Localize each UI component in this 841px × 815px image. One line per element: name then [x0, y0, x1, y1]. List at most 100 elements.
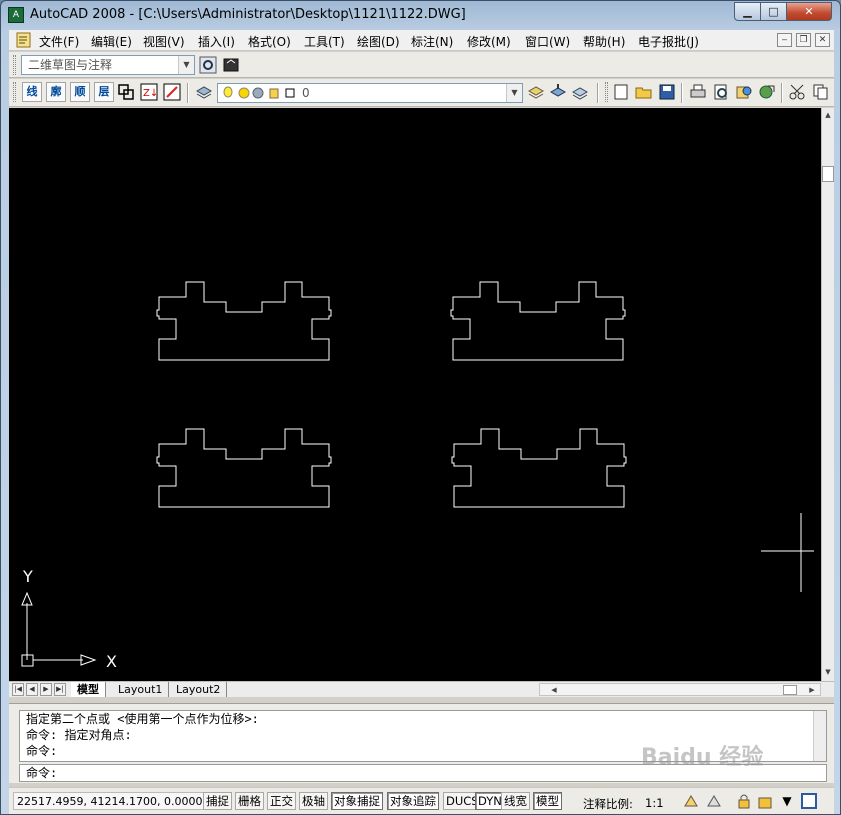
layer-previous-icon[interactable] — [527, 83, 545, 101]
layout-tab-bar: |◀ ◀ ▶ ▶| 模型 Layout1 Layout2 ◀ ▶ — [9, 681, 834, 697]
drawing-part-top-right[interactable] — [450, 281, 626, 361]
menu-file[interactable]: 文件(F) — [39, 33, 79, 50]
scroll-left-icon[interactable]: ◀ — [548, 684, 560, 696]
grid-toggle[interactable]: 栅格 — [235, 792, 264, 810]
command-scrollbar[interactable] — [813, 711, 826, 761]
toolbar-grip[interactable] — [13, 82, 16, 102]
last-tab-icon[interactable]: ▶| — [54, 683, 66, 696]
edit-tool-icon[interactable] — [163, 83, 181, 101]
preview-icon[interactable] — [712, 83, 730, 101]
horizontal-scrollbar[interactable]: ◀ ▶ — [539, 683, 821, 696]
toolbar-separator — [681, 83, 683, 103]
chevron-down-icon[interactable]: ▼ — [506, 84, 522, 102]
clean-screen-icon[interactable] — [801, 793, 817, 809]
model-toggle[interactable]: 模型 — [533, 792, 562, 810]
menu-modify[interactable]: 修改(M) — [467, 33, 511, 50]
open-icon[interactable] — [635, 83, 653, 101]
svg-text:Z↓: Z↓ — [143, 88, 158, 99]
menu-edit[interactable]: 编辑(E) — [91, 33, 132, 50]
ucs-y-label: Y — [22, 567, 33, 586]
layer-select[interactable]: 0 ▼ — [217, 83, 523, 103]
osnap-toggle[interactable]: 对象捕捉 — [331, 792, 383, 810]
mdi-close-button[interactable]: ✕ — [815, 33, 830, 47]
scroll-right-icon[interactable]: ▶ — [806, 684, 818, 696]
baidu-watermark: Baidu 经验 — [641, 745, 764, 770]
layer-properties-icon[interactable] — [195, 83, 213, 101]
toolbar-grip[interactable] — [13, 55, 16, 75]
clean-screen-lock-icon[interactable] — [757, 793, 773, 809]
window-title: AutoCAD 2008 - [C:\Users\Administrator\D… — [30, 7, 466, 22]
drawing-part-bottom-right[interactable] — [451, 428, 627, 508]
new-icon[interactable] — [612, 83, 630, 101]
chevron-down-icon[interactable]: ▼ — [178, 56, 194, 74]
coordinate-readout[interactable]: 22517.4959, 41214.1700, 0.0000 — [13, 792, 207, 810]
first-tab-icon[interactable]: |◀ — [12, 683, 24, 696]
layer-make-current-icon[interactable] — [549, 83, 567, 101]
annotation-visibility-icon[interactable] — [683, 793, 699, 809]
print-icon[interactable] — [689, 83, 707, 101]
ucs-icon — [21, 591, 97, 667]
workspace-select-value: 二维草图与注释 — [28, 58, 113, 72]
workspaces-toolbar: 二维草图与注释 ▼ — [9, 52, 834, 78]
status-menu-icon[interactable]: ▼ — [779, 793, 795, 809]
scroll-up-icon[interactable]: ▲ — [822, 109, 834, 121]
snap-toggle[interactable]: 捕捉 — [203, 792, 232, 810]
drawing-part-bottom-left[interactable] — [156, 428, 332, 508]
tab-layout2[interactable]: Layout2 — [170, 682, 228, 697]
menu-dimension[interactable]: 标注(N) — [411, 33, 453, 50]
menu-e-approval[interactable]: 电子报批(J) — [638, 33, 699, 50]
tab-model[interactable]: 模型 — [71, 682, 106, 697]
menu-draw[interactable]: 绘图(D) — [357, 33, 400, 50]
menu-format[interactable]: 格式(O) — [248, 33, 291, 50]
toolbar-grip[interactable] — [605, 82, 608, 102]
maximize-button[interactable]: □ — [760, 2, 787, 21]
toolbar-separator — [597, 83, 599, 103]
menu-view[interactable]: 视图(V) — [143, 33, 185, 50]
document-icon[interactable] — [15, 31, 33, 49]
ucs-x-label: X — [106, 652, 117, 671]
client-area: 文件(F) 编辑(E) 视图(V) 插入(I) 格式(O) 工具(T) 绘图(D… — [9, 30, 834, 814]
save-icon[interactable] — [658, 83, 676, 101]
annotation-scale-value[interactable]: 1:1 — [645, 796, 664, 810]
status-bar: 22517.4959, 41214.1700, 0.0000 捕捉 栅格 正交 … — [9, 787, 834, 814]
autocad-app-icon[interactable]: A — [8, 7, 24, 23]
prev-tab-icon[interactable]: ◀ — [26, 683, 38, 696]
custom-line-button[interactable]: 线 — [22, 82, 42, 102]
mdi-restore-button[interactable]: ❐ — [796, 33, 811, 47]
otrack-toggle[interactable]: 对象追踪 — [387, 792, 439, 810]
title-bar[interactable]: A AutoCAD 2008 - [C:\Users\Administrator… — [1, 1, 840, 29]
custom-order-button[interactable]: 顺 — [70, 82, 90, 102]
vertical-scroll-thumb[interactable] — [822, 166, 834, 182]
copy-icon[interactable] — [812, 83, 830, 101]
custom-layer-button[interactable]: 层 — [94, 82, 114, 102]
workspace-settings-icon[interactable] — [199, 56, 217, 74]
menu-tools[interactable]: 工具(T) — [304, 33, 345, 50]
ortho-toggle[interactable]: 正交 — [267, 792, 296, 810]
lock-icon[interactable] — [736, 793, 752, 809]
tab-layout1[interactable]: Layout1 — [112, 682, 170, 697]
polar-toggle[interactable]: 极轴 — [299, 792, 328, 810]
next-tab-icon[interactable]: ▶ — [40, 683, 52, 696]
vertical-scrollbar[interactable]: ▲ ▼ — [821, 108, 834, 681]
workspace-select[interactable]: 二维草图与注释 ▼ — [21, 55, 195, 75]
custom-outline-button[interactable]: 廓 — [46, 82, 66, 102]
drawing-part-top-left[interactable] — [156, 281, 332, 361]
auto-scale-icon[interactable] — [706, 793, 722, 809]
menu-insert[interactable]: 插入(I) — [198, 33, 235, 50]
horizontal-scroll-thumb[interactable] — [783, 685, 797, 695]
overlap-icon[interactable] — [117, 83, 135, 101]
close-button[interactable]: ✕ — [786, 2, 832, 21]
publish-icon[interactable] — [735, 83, 753, 101]
lineweight-toggle[interactable]: 线宽 — [501, 792, 530, 810]
menu-window[interactable]: 窗口(W) — [525, 33, 570, 50]
cut-icon[interactable] — [789, 83, 807, 101]
z-order-icon[interactable]: Z↓ — [140, 83, 158, 101]
layer-states-icon[interactable] — [571, 83, 589, 101]
drawing-canvas[interactable]: Y X — [9, 108, 821, 681]
menu-help[interactable]: 帮助(H) — [583, 33, 625, 50]
workspace-icon[interactable] — [222, 56, 240, 74]
etransmit-icon[interactable] — [758, 83, 776, 101]
scroll-down-icon[interactable]: ▼ — [822, 666, 834, 678]
mdi-minimize-button[interactable]: ‒ — [777, 33, 792, 47]
minimize-button[interactable]: ▁ — [734, 2, 761, 21]
